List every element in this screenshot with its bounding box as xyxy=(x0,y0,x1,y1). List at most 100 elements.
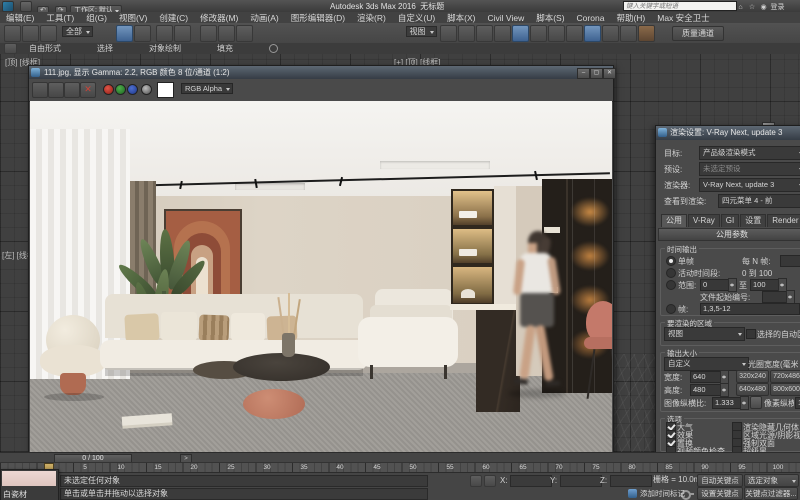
layer-manager-icon[interactable] xyxy=(548,25,565,42)
menu-tools[interactable]: 工具(T) xyxy=(40,12,80,24)
height-spinner[interactable] xyxy=(720,383,729,397)
select-link-icon[interactable] xyxy=(4,25,21,42)
ribbon-tab-populate[interactable]: 填充 xyxy=(217,43,233,54)
isolate-selection-icon[interactable] xyxy=(470,475,482,487)
material-swatch[interactable] xyxy=(2,471,56,486)
every-n-field[interactable] xyxy=(780,255,800,267)
key-filters-button[interactable]: 关键点过滤器... xyxy=(744,487,798,500)
tab-render-elements[interactable]: Render Elements xyxy=(767,214,800,227)
y-coordinate-field[interactable] xyxy=(560,475,602,487)
selected-filter-dropdown[interactable]: 选定对象 xyxy=(744,474,799,487)
ribbon-tab-freeform[interactable]: 自由形式 xyxy=(29,43,61,54)
ribbon-tab-selection[interactable]: 选择 xyxy=(97,43,113,54)
use-pivot-icon[interactable] xyxy=(440,25,457,42)
render-setup-icon[interactable] xyxy=(602,25,619,42)
menu-civil-view[interactable]: Civil View xyxy=(482,13,531,23)
quality-channel-button[interactable]: 质量通道 xyxy=(672,26,724,41)
output-preset-dropdown[interactable]: 自定义 xyxy=(664,357,749,371)
preset-dropdown[interactable]: 未选定预设 xyxy=(699,162,800,176)
ribbon-modeling-icon[interactable] xyxy=(4,43,17,54)
menu-corona[interactable]: Corona xyxy=(571,13,611,23)
range-start-spinner[interactable] xyxy=(728,278,737,292)
green-channel-icon[interactable] xyxy=(115,84,126,95)
width-spinner[interactable] xyxy=(720,370,729,384)
menu-help[interactable]: 帮助(H) xyxy=(610,12,651,24)
menu-animation[interactable]: 动画(A) xyxy=(244,12,284,24)
tab-settings[interactable]: 设置 xyxy=(740,214,766,227)
save-image-icon[interactable] xyxy=(32,82,48,98)
clear-image-icon[interactable]: ✕ xyxy=(80,82,96,98)
menu-script[interactable]: 脚本(S) xyxy=(530,12,570,24)
area-mode-dropdown[interactable]: 视图 xyxy=(664,327,745,341)
user-icon[interactable]: ◉ xyxy=(759,3,768,12)
rect-region-icon[interactable] xyxy=(156,25,173,42)
select-rotate-icon[interactable] xyxy=(218,25,235,42)
reference-coordsys-dropdown[interactable]: 视图 xyxy=(406,26,437,37)
menu-modifiers[interactable]: 修改器(M) xyxy=(194,12,244,24)
add-time-tag[interactable]: 添加时间标记 xyxy=(640,488,692,499)
mirror-icon[interactable] xyxy=(512,25,529,42)
menu-graph-editors[interactable]: 图形编辑器(D) xyxy=(285,12,351,24)
select-move-icon[interactable] xyxy=(200,25,217,42)
clone-image-icon[interactable] xyxy=(48,82,64,98)
x-coordinate-field[interactable] xyxy=(510,475,552,487)
favorites-star-icon[interactable]: ☆ xyxy=(748,3,757,12)
target-dropdown[interactable]: 产品级渲染模式 xyxy=(699,146,800,160)
render-production-icon[interactable] xyxy=(638,25,655,42)
channel-display-dropdown[interactable]: RGB Alpha xyxy=(181,83,233,94)
single-frame-radio[interactable] xyxy=(666,256,676,266)
rfw-maximize-button[interactable]: ▢ xyxy=(590,68,603,79)
rfw-titlebar[interactable]: 111.jpg, 显示 Gamma: 2.2, RGB 颜色 8 位/通道 (1… xyxy=(29,66,613,79)
select-object-icon[interactable] xyxy=(116,25,133,42)
selection-filter-dropdown[interactable]: 全部 xyxy=(62,26,93,37)
rendered-frame-icon[interactable] xyxy=(620,25,637,42)
selection-lock-icon[interactable] xyxy=(484,475,496,487)
align-icon[interactable] xyxy=(530,25,547,42)
ribbon-circle-icon[interactable] xyxy=(269,44,278,53)
menu-group[interactable]: 组(G) xyxy=(80,12,113,24)
common-parameters-rollout[interactable]: 公用参数 xyxy=(658,228,800,241)
range-radio[interactable] xyxy=(666,280,676,290)
menu-views[interactable]: 视图(V) xyxy=(113,12,153,24)
menu-create[interactable]: 创建(C) xyxy=(153,12,194,24)
menu-edit[interactable]: 编辑(E) xyxy=(0,12,40,24)
renderer-dropdown[interactable]: V-Ray Next, update 3 xyxy=(699,178,800,192)
unlink-icon[interactable] xyxy=(22,25,39,42)
height-field[interactable]: 480 xyxy=(690,384,724,396)
curve-editor-icon[interactable] xyxy=(566,25,583,42)
z-coordinate-field[interactable] xyxy=(610,475,652,487)
tab-common[interactable]: 公用 xyxy=(661,214,687,227)
active-time-radio[interactable] xyxy=(666,268,676,278)
menu-scripting[interactable]: 脚本(X) xyxy=(441,12,481,24)
frames-radio[interactable] xyxy=(666,304,676,314)
pixel-aspect-field[interactable]: 1.0 xyxy=(795,397,800,409)
angle-snap-icon[interactable] xyxy=(476,25,493,42)
window-crossing-icon[interactable] xyxy=(174,25,191,42)
view-to-render-dropdown[interactable]: 四元菜单 4 - 前 xyxy=(718,194,800,208)
frames-field[interactable]: 1,3,5-12 xyxy=(700,303,800,315)
select-scale-icon[interactable] xyxy=(236,25,253,42)
background-color-swatch[interactable] xyxy=(157,82,174,98)
percent-snap-icon[interactable] xyxy=(494,25,511,42)
print-image-icon[interactable] xyxy=(64,82,80,98)
res-720-button[interactable]: 720x486 xyxy=(770,370,800,383)
mono-channel-icon[interactable] xyxy=(141,84,152,95)
select-by-name-icon[interactable] xyxy=(134,25,151,42)
tab-vray[interactable]: V-Ray xyxy=(688,214,720,227)
menu-max-security[interactable]: Max 安全卫士 xyxy=(651,12,715,24)
ribbon-tab-object-paint[interactable]: 对象绘制 xyxy=(149,43,181,54)
menu-rendering[interactable]: 渲染(R) xyxy=(351,12,392,24)
rfw-close-button[interactable]: ✕ xyxy=(603,68,616,79)
save-icon[interactable] xyxy=(20,1,32,12)
render-settings-titlebar[interactable]: 渲染设置: V-Ray Next, update 3 xyxy=(656,126,800,140)
sign-in-link[interactable]: 登录 xyxy=(771,4,785,11)
tab-gi[interactable]: GI xyxy=(721,214,739,227)
width-field[interactable]: 640 xyxy=(690,371,724,383)
snap-toggle-icon[interactable] xyxy=(458,25,475,42)
set-key-button[interactable]: 设置关键点 xyxy=(697,487,743,500)
rfw-minimize-button[interactable]: – xyxy=(577,68,590,79)
file-number-spinner[interactable] xyxy=(786,290,795,304)
image-aspect-spinner[interactable] xyxy=(740,396,749,410)
infocenter-search-input[interactable] xyxy=(623,1,737,11)
bind-spacewarp-icon[interactable] xyxy=(40,25,57,42)
